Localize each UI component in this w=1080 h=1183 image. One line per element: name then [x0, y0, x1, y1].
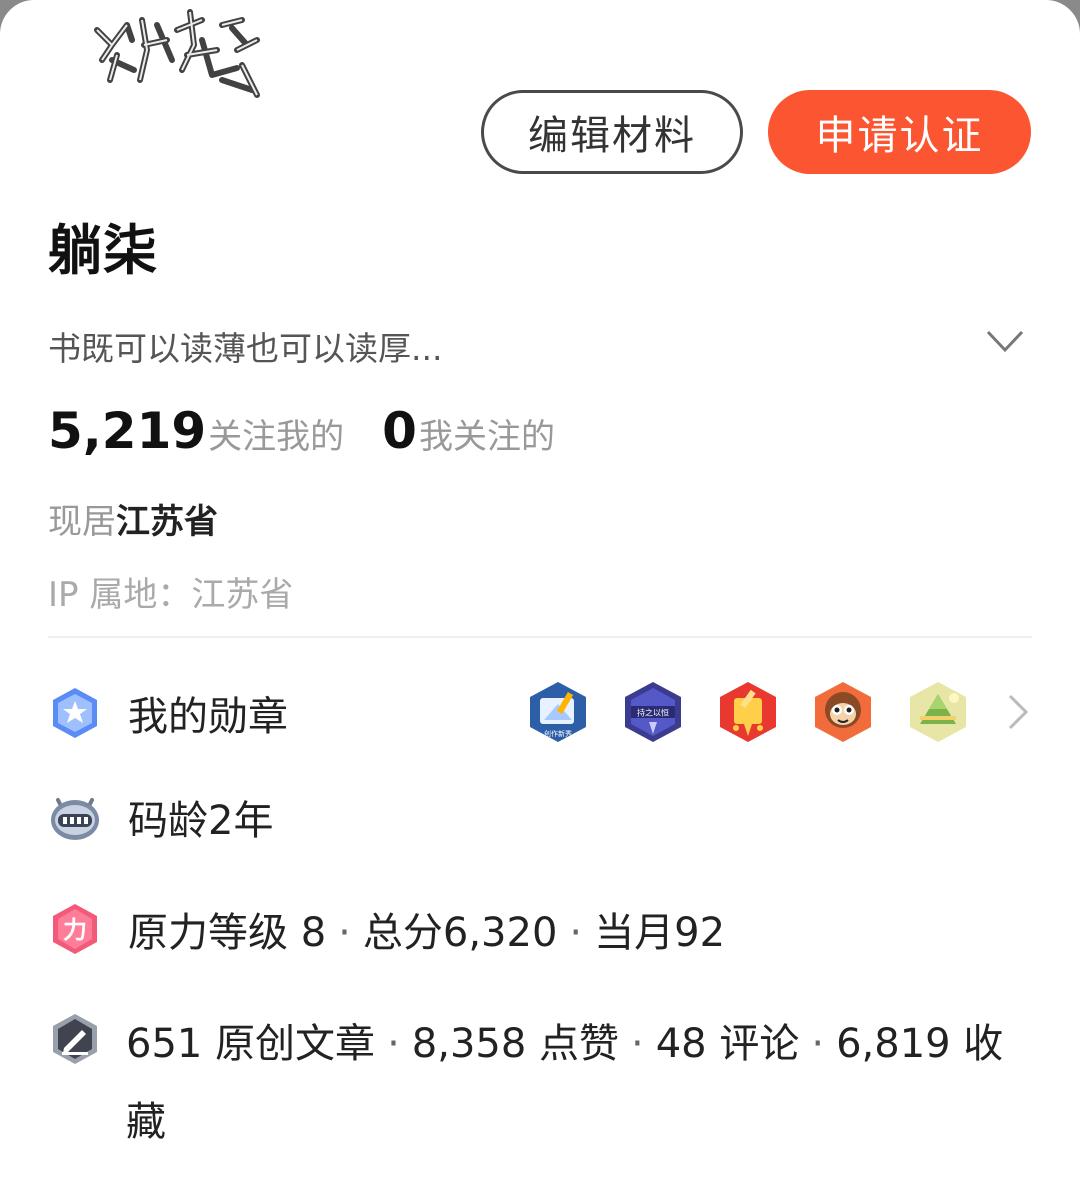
edit-pen-icon: [53, 1014, 97, 1064]
ip-location: IP 属地：江苏省: [48, 567, 293, 616]
articles-count[interactable]: 651 原创文章: [126, 1021, 375, 1067]
profile-card: 编辑材料 申请认证 躺柒 书既可以读薄也可以读厚... 5,219 关注我的 0…: [0, 0, 1080, 1183]
chevron-down-icon[interactable]: [984, 322, 1026, 364]
residence-prefix: 现居: [48, 502, 116, 542]
ip-value: 江苏省: [191, 575, 294, 615]
followers-count[interactable]: 5,219: [48, 402, 206, 460]
separator-dot: ·: [631, 1021, 644, 1067]
divider: [48, 636, 1032, 638]
badge-text: 创作新秀: [544, 729, 572, 738]
monkey-badge-icon[interactable]: [811, 680, 875, 744]
code-age-label: 码龄2年: [128, 798, 274, 844]
follow-stats: 5,219 关注我的 0 我关注的: [48, 402, 555, 460]
force-level-row[interactable]: 力 原力等级 8 · 总分6,320 · 当月92: [48, 900, 725, 958]
writing-badge-icon[interactable]: 创作新秀: [526, 680, 590, 744]
works-stats: 651 原创文章 · 8,358 点赞 · 48 评论 · 6,819 收藏: [126, 1005, 1026, 1161]
separator-dot: ·: [569, 910, 583, 956]
likes-count: 8,358 点赞: [411, 1021, 620, 1067]
robot-icon: [51, 798, 99, 840]
force-month-label: 当月92: [594, 910, 726, 956]
following-count[interactable]: 0: [382, 402, 417, 460]
medal-star-icon: [53, 688, 97, 738]
separator-dot: ·: [338, 910, 351, 956]
residence: 现居江苏省: [48, 494, 218, 543]
scribble-avatar-icon: [94, 9, 260, 98]
ip-label: IP 属地：: [48, 575, 192, 615]
chevron-right-icon[interactable]: [1006, 692, 1032, 732]
comments-count: 48 评论: [655, 1021, 800, 1067]
pen-badge-icon[interactable]: [716, 680, 780, 744]
force-total-label: 总分6,320: [362, 910, 558, 956]
persistence-badge-icon[interactable]: 持之以恒: [621, 680, 685, 744]
medals-label: 我的勋章: [128, 694, 288, 740]
following-label[interactable]: 我关注的: [419, 409, 555, 458]
residence-value: 江苏省: [116, 502, 218, 542]
force-level-text: 原力等级 8 · 总分6,320 · 当月92: [128, 900, 725, 958]
force-level-label: 原力等级 8: [128, 910, 327, 956]
username: 躺柒: [48, 219, 158, 282]
badge-text: 持之以恒: [637, 708, 669, 718]
edit-profile-button[interactable]: 编辑材料: [481, 90, 743, 174]
followers-label[interactable]: 关注我的: [208, 409, 344, 458]
force-icon-text: 力: [63, 916, 87, 944]
separator-dot: ·: [387, 1021, 400, 1067]
zongzi-badge-icon[interactable]: [906, 680, 970, 744]
code-age-row: 码龄2年: [48, 788, 273, 846]
medals-row[interactable]: 我的勋章: [48, 684, 288, 742]
badge-list[interactable]: 创作新秀 持之以恒: [526, 680, 1001, 744]
apply-certification-button[interactable]: 申请认证: [768, 90, 1031, 174]
force-level-icon: 力: [53, 904, 97, 954]
avatar[interactable]: [62, 0, 274, 110]
bio-text: 书既可以读薄也可以读厚...: [48, 329, 443, 368]
separator-dot: ·: [811, 1021, 825, 1067]
